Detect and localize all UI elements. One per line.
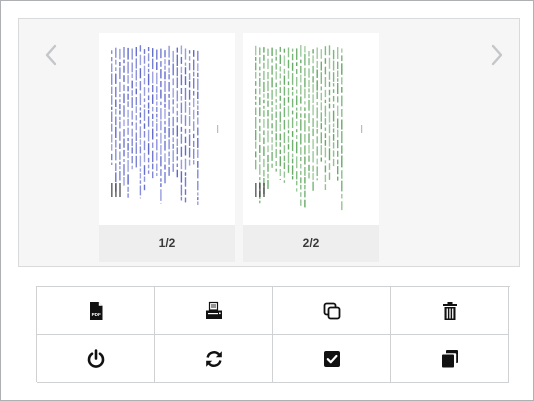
duplicate-button[interactable] <box>391 335 509 383</box>
action-toolbar: PDF <box>36 286 510 383</box>
export-pdf-button[interactable]: PDF <box>37 287 155 335</box>
page-text-lines <box>255 45 363 211</box>
check-square-icon <box>322 349 342 369</box>
previous-page-button[interactable] <box>41 41 61 69</box>
page-thumbnail-1[interactable]: 1/2 <box>99 33 235 262</box>
page-thumbnail-2[interactable]: 2/2 <box>243 33 379 262</box>
next-page-button[interactable] <box>487 41 507 69</box>
page-preview <box>243 33 379 225</box>
duplicate-stack-icon <box>440 349 460 369</box>
delete-button[interactable] <box>391 287 509 335</box>
chevron-left-icon <box>45 44 57 66</box>
document-viewer-panel: 1/2 2/2 PDF <box>0 0 534 401</box>
page-preview <box>99 33 235 225</box>
page-thumbnail-viewer: 1/2 2/2 <box>18 18 520 267</box>
select-button[interactable] <box>273 335 391 383</box>
page-number-label: 2/2 <box>243 225 379 262</box>
trash-icon <box>440 301 460 321</box>
copy-icon <box>322 301 342 321</box>
chevron-right-icon <box>491 44 503 66</box>
page-number-label: 1/2 <box>99 225 235 262</box>
refresh-icon <box>204 349 224 369</box>
copy-button[interactable] <box>273 287 391 335</box>
print-icon <box>204 301 224 321</box>
pdf-icon-text: PDF <box>91 312 100 317</box>
power-icon <box>86 348 106 369</box>
print-button[interactable] <box>155 287 273 335</box>
refresh-button[interactable] <box>155 335 273 383</box>
page-text-lines <box>111 45 219 205</box>
pdf-file-icon: PDF <box>86 301 106 321</box>
power-button[interactable] <box>37 335 155 383</box>
